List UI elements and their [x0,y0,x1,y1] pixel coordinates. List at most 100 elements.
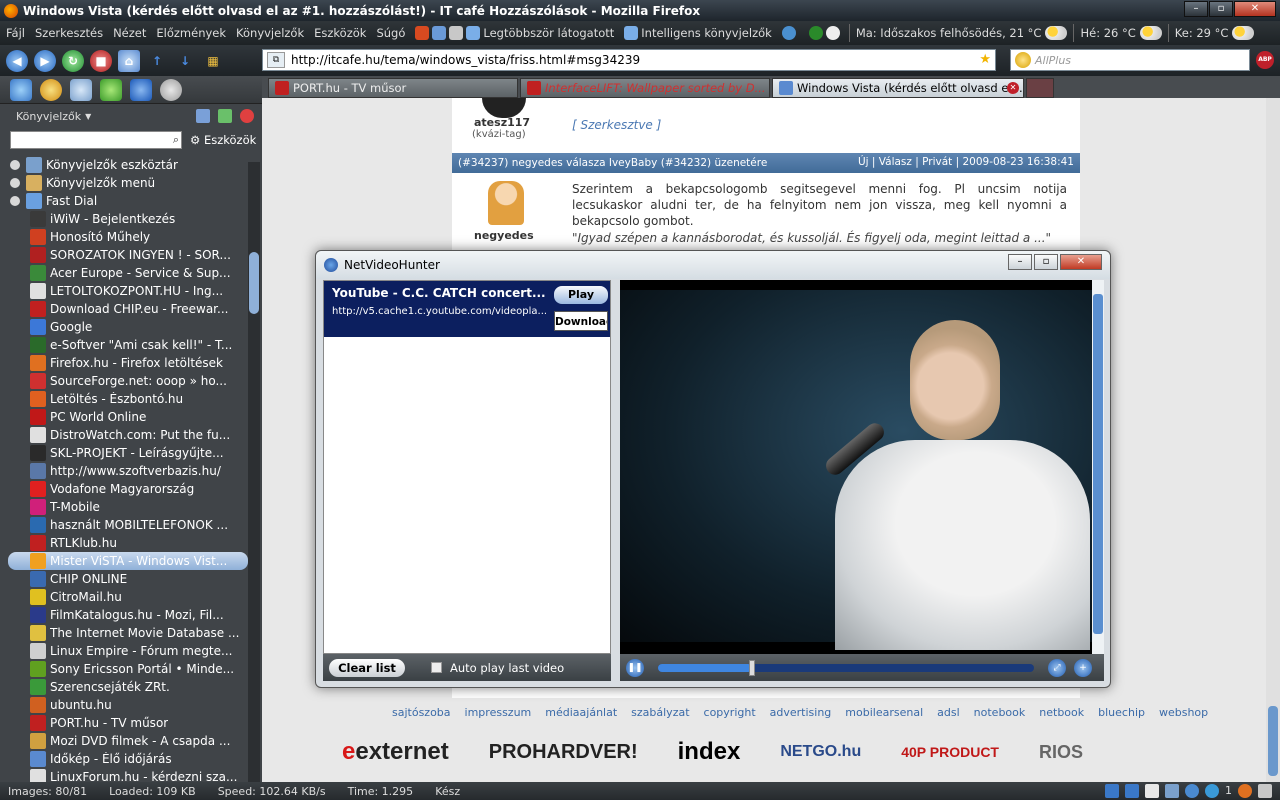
sidebar-item[interactable]: Download CHIP.eu - Freewar... [0,300,248,318]
partner-logo[interactable]: PROHARDVER! [489,741,638,764]
sidebar-item[interactable]: Sony Ericsson Portál • Minde... [0,660,248,678]
footer-link[interactable]: notebook [974,706,1026,719]
menu-file[interactable]: Fájl [6,26,25,40]
sidebar-item[interactable]: Szerencsejáték ZRt. [0,678,248,696]
menu-view[interactable]: Nézet [113,26,146,40]
play-icon[interactable] [1205,784,1219,798]
home-button[interactable]: ⌂ [118,49,140,72]
alarm-clock-icon[interactable] [40,78,62,101]
tool-icon[interactable] [10,78,32,101]
most-visited-link[interactable]: Legtöbbször látogatott [466,26,614,40]
sidebar-item[interactable]: Google [0,318,248,336]
weather-monday[interactable]: Hé: 26 °C [1080,26,1162,40]
seek-handle[interactable] [749,659,755,676]
autoplay-checkbox[interactable] [431,662,442,673]
partner-logo[interactable]: index [678,738,741,766]
footer-link[interactable]: adsl [937,706,960,719]
sidebar-item[interactable]: Honosító Műhely [0,228,248,246]
search-bar[interactable]: AllPlus [1010,49,1250,71]
menu-tools[interactable]: Eszközök [314,26,366,40]
reload-button[interactable]: ↻ [62,49,84,72]
sidebar-item[interactable]: Mozi DVD filmek - A csapda ... [0,732,248,750]
fullscreen-icon[interactable]: ⤢ [1048,658,1066,677]
gp-icon[interactable] [1165,784,1179,798]
play-button[interactable]: Play [554,286,608,304]
expand-icon[interactable] [10,178,20,188]
scrollbar-thumb[interactable] [1268,706,1278,776]
partner-logo[interactable]: 40P PRODUCT [901,744,999,760]
partner-logo[interactable]: eexternet [342,738,449,766]
maximize-button[interactable]: ▫ [1209,1,1233,17]
footer-link[interactable]: médiaajánlat [545,706,617,719]
stop-button[interactable]: ■ [90,49,112,72]
sidebar-item[interactable]: PC World Online [0,408,248,426]
sidebar-item[interactable]: FilmKatalogus.hu - Mozi, Fil... [0,606,248,624]
scrollbar-thumb[interactable] [1093,294,1103,634]
maximize-button[interactable]: ▫ [1034,254,1058,270]
bookmark-star-icon[interactable]: ★ [979,52,991,67]
sidebar-item[interactable]: LETOLTOKOZPONT.HU - Ing... [0,282,248,300]
gear-icon[interactable] [130,78,152,101]
download-icon[interactable] [1258,784,1272,798]
tab-port[interactable]: PORT.hu - TV műsor [268,78,518,98]
sidebar-item[interactable]: ubuntu.hu [0,696,248,714]
arrow-down-icon[interactable] [1125,784,1139,798]
sidebar-item[interactable]: DistroWatch.com: Put the fu... [0,426,248,444]
sidebar-item[interactable]: használt MOBILTELEFONOK ... [0,516,248,534]
footer-link[interactable]: bluechip [1098,706,1145,719]
sidebar-item[interactable]: Mister ViSTA - Windows Vist... [8,552,248,570]
forward-button[interactable]: ▶ [34,49,56,72]
sidebar-item[interactable]: SOROZATOK INGYEN ! - SOR... [0,246,248,264]
search-engine-icon[interactable] [1015,52,1031,68]
sidebar-item[interactable]: Vodafone Magyarország [0,480,248,498]
menu-history[interactable]: Előzmények [156,26,226,40]
video-scrollbar[interactable] [1092,280,1104,654]
extension-icon[interactable] [432,26,447,40]
footer-link[interactable]: webshop [1159,706,1208,719]
sidebar-header[interactable]: Könyvjelzők ▼ [0,104,262,128]
weather-today[interactable]: Ma: Időszakos felhősödés, 21 °C [856,26,1068,40]
minimize-button[interactable]: – [1008,254,1032,270]
sidebar-item[interactable]: RTLKlub.hu [0,534,248,552]
mail-icon[interactable] [449,26,464,40]
smart-bookmarks-link[interactable]: Intelligens könyvjelzők [624,26,772,40]
globe-icon[interactable] [1185,784,1199,798]
puzzle-icon[interactable] [100,78,122,101]
footer-link[interactable]: impresszum [465,706,532,719]
footer-link[interactable]: netbook [1039,706,1084,719]
video-player[interactable] [620,280,1104,654]
sidebar-item[interactable]: SKL-PROJEKT - Leírásgyűjte... [0,444,248,462]
username[interactable]: negyedes [474,229,534,242]
clear-list-button[interactable]: Clear list [329,658,405,677]
sidebar-item[interactable]: PORT.hu - TV műsor [0,714,248,732]
volume-icon[interactable]: + [1074,658,1092,677]
clock-icon[interactable] [825,26,840,40]
back-button[interactable]: ◀ [6,49,28,72]
sidebar-scrollbar[interactable] [248,162,260,782]
arrow-up-icon[interactable] [1105,784,1119,798]
minimize-button[interactable]: – [1184,1,1208,17]
footer-link[interactable]: sajtószoba [392,706,451,719]
close-button[interactable]: ✕ [1234,1,1276,17]
sidebar-item[interactable]: http://www.szoftverbazis.hu/ [0,462,248,480]
sidebar-item[interactable]: Fast Dial [0,192,248,210]
print-icon[interactable] [218,109,232,123]
sidebar-item[interactable]: iWiW - Bejelentkezés [0,210,248,228]
sidebar-tools-menu[interactable]: ⚙ Eszközök [190,133,256,147]
download-button[interactable]: Download [554,311,608,331]
seek-bar[interactable] [658,659,1034,676]
sidebar-item[interactable]: Letöltés - Észbontó.hu [0,390,248,408]
adblock-icon[interactable]: ABP [1256,51,1274,69]
menu-edit[interactable]: Szerkesztés [35,26,103,40]
sidebar-item[interactable]: CitroMail.hu [0,588,248,606]
sidebar-item[interactable]: Könyvjelzők eszköztár [0,156,248,174]
sidebar-item[interactable]: Könyvjelzők menü [0,174,248,192]
tab-windows-vista[interactable]: Windows Vista (kérdés előtt olvasd el ..… [772,78,1024,98]
expand-icon[interactable] [10,196,20,206]
chat-icon[interactable] [160,78,182,101]
sidebar-item[interactable]: The Internet Movie Database ... [0,624,248,642]
footer-link[interactable]: advertising [770,706,832,719]
bookmark-search-input[interactable]: ⌕ [10,131,182,149]
grid-icon[interactable]: ▦ [202,50,224,72]
sidebar-item[interactable]: SourceForge.net: ooop » ho... [0,372,248,390]
